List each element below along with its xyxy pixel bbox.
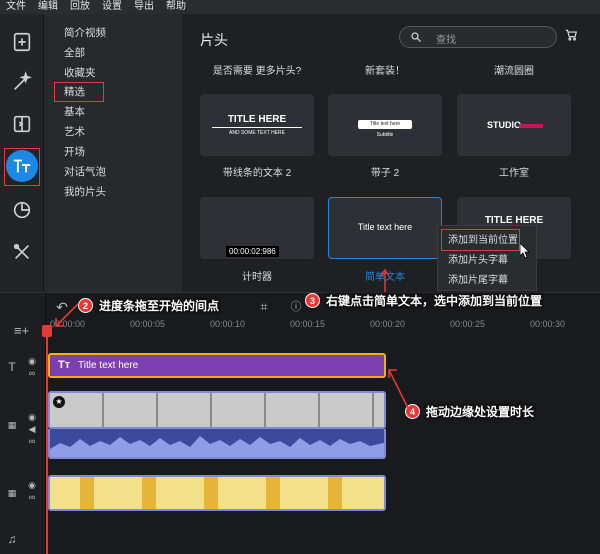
menu-file[interactable]: 文件 [0, 0, 32, 14]
search-placeholder: 查找 [436, 35, 456, 46]
link-icon[interactable]: ∞ [26, 435, 38, 447]
titles-tool-highlight [4, 148, 40, 186]
red-arrow-to-edge [388, 369, 409, 409]
transition-icon [13, 115, 31, 133]
caption-ribbon-2: 带子 2 [370, 168, 400, 179]
callout-3: 3 右键点击简单文本，选中添加到当前位置 [305, 292, 545, 309]
title-track-icon: T [8, 360, 16, 374]
category-my-titles[interactable]: 我的片头 [64, 183, 106, 201]
search-icon [411, 32, 421, 42]
category-art[interactable]: 艺术 [64, 123, 85, 141]
red-arrow-up [380, 268, 390, 294]
section-label-circles: 潮流圆圈 [494, 66, 534, 77]
category-intro-video[interactable]: 简介视频 [64, 24, 106, 42]
thumb-title-text: STUDIO [487, 120, 522, 130]
menu-export[interactable]: 导出 [128, 0, 160, 14]
add-media-tool[interactable] [6, 26, 38, 58]
ruler-tick: 00:00:25 [450, 319, 486, 329]
eye-icon[interactable]: ◉ [26, 411, 38, 423]
wrench-screwdriver-icon [13, 243, 30, 260]
callout-4: 4 拖动边缘处设置时长 [405, 403, 537, 420]
callout-2: 2 进度条拖至开始的间点 [78, 297, 222, 314]
menu-bar: 文件 编辑 回放 设置 导出 帮助 [0, 0, 600, 14]
thumb-divider-line [212, 127, 302, 128]
add-track-icon[interactable]: ≡+ [14, 324, 29, 337]
menu-playback[interactable]: 回放 [64, 0, 96, 14]
eye-icon[interactable]: ◉ [26, 479, 38, 491]
ruler-tick: 00:00:10 [210, 319, 246, 329]
featured-highlight [54, 82, 104, 102]
ruler-tick: 00:00:05 [130, 319, 166, 329]
add-current-highlight [441, 229, 520, 251]
category-speech-bubbles[interactable]: 对话气泡 [64, 163, 106, 181]
title-thumb-simple-text[interactable]: Title text here [328, 197, 442, 259]
caption-timer: 计时器 [242, 272, 272, 283]
video-thumbnails [50, 393, 384, 427]
timeline-track-headers: ≡+ T ◉ ∞ ▦ ◉ ◀ ∞ ▦ ◉ ∞ ♫ [0, 293, 46, 554]
thumb-title-text: Title text here [357, 222, 413, 232]
caption-lines-2: 带线条的文本 2 [222, 168, 292, 179]
timer-text: 00:00:02:986 [226, 246, 279, 257]
red-arrow-to-playhead [55, 303, 79, 327]
pie-clock-icon [13, 201, 31, 219]
thumb-subtitle-text: AND SOME TEXT HERE [229, 130, 285, 136]
category-all[interactable]: 全部 [64, 44, 85, 62]
menu-edit[interactable]: 编辑 [32, 0, 64, 14]
mouse-cursor-icon [520, 243, 530, 259]
search-input[interactable]: 查找 [399, 26, 557, 48]
title-thumb-timer[interactable]: 00:00:02:986 [200, 197, 314, 259]
ruler-tick: 00:00:15 [290, 319, 326, 329]
music-track-icon: ♫ [7, 532, 17, 546]
magic-wand-icon [14, 71, 32, 90]
video-clip[interactable]: ★ [48, 391, 386, 429]
thumb-subtitle-text: Subtitle [376, 132, 394, 138]
crop-icon[interactable]: ⌗ [258, 300, 270, 313]
waveform-graphic [50, 436, 384, 457]
info-icon[interactable]: ⓘ [290, 301, 302, 313]
audio-waveform[interactable] [48, 429, 386, 459]
link-icon[interactable]: ∞ [26, 491, 38, 503]
playhead[interactable] [46, 327, 48, 554]
effects-tool[interactable] [6, 66, 38, 98]
title-clip-icon: Tт [58, 359, 71, 371]
stickers-tool[interactable] [6, 194, 38, 226]
category-opening[interactable]: 开场 [64, 143, 85, 161]
eye-icon[interactable]: ◉ [26, 355, 38, 367]
menu-item-add-opening[interactable]: 添加片头字幕 [448, 252, 508, 270]
title-thumb-ribbon-2[interactable]: Title text here Subtitle [328, 94, 442, 156]
menu-help[interactable]: 帮助 [160, 0, 192, 14]
add-file-icon [13, 32, 31, 52]
category-basic[interactable]: 基本 [64, 103, 85, 121]
thumb-title-text: Title text here [369, 121, 401, 127]
video-track-icon: ▦ [7, 420, 17, 430]
section-label-new: 新套装！ [365, 66, 405, 77]
title-clip[interactable]: Tт Title text here [48, 353, 386, 378]
section-label-more: 是否需要 更多片头? [212, 66, 302, 77]
studio-bar [519, 124, 543, 128]
title-thumb-studio[interactable]: STUDIO [457, 94, 571, 156]
ruler-tick: 00:00:30 [530, 319, 566, 329]
overlay-track-icon: ▦ [7, 488, 17, 498]
timeline: ≡+ T ◉ ∞ ▦ ◉ ◀ ∞ ▦ ◉ ∞ ♫ ↶ ⌗ ⓘ 00:00:00 … [0, 292, 600, 554]
speaker-icon[interactable]: ◀ [26, 423, 38, 435]
panel-title: 片头 [200, 32, 228, 48]
cart-icon[interactable] [564, 28, 578, 47]
link-icon[interactable]: ∞ [26, 367, 38, 379]
category-list: 简介视频 全部 收藏夹 精选 基本 艺术 开场 对话气泡 我的片头 [44, 14, 182, 292]
ruler-tick: 00:00:20 [370, 319, 406, 329]
title-thumb-lines-2[interactable]: TITLE HERE AND SOME TEXT HERE [200, 94, 314, 156]
thumb-title-text: TITLE HERE [227, 114, 287, 125]
transitions-tool[interactable] [6, 108, 38, 140]
tools-tool[interactable] [6, 236, 38, 268]
category-favorites[interactable]: 收藏夹 [64, 64, 96, 82]
caption-studio: 工作室 [499, 168, 529, 179]
menu-settings[interactable]: 设置 [96, 0, 128, 14]
star-icon: ★ [53, 396, 65, 408]
titles-panel: 片头 查找 是否需要 更多片头? 新套装！ 潮流圆圈 TITLE HERE AN… [182, 14, 600, 292]
timeline-ruler: 00:00:00 00:00:05 00:00:10 00:00:15 00:0… [46, 319, 600, 335]
menu-item-add-closing[interactable]: 添加片尾字幕 [448, 272, 508, 290]
overlay-clip[interactable] [48, 475, 386, 511]
title-clip-label: Title text here [78, 360, 139, 371]
